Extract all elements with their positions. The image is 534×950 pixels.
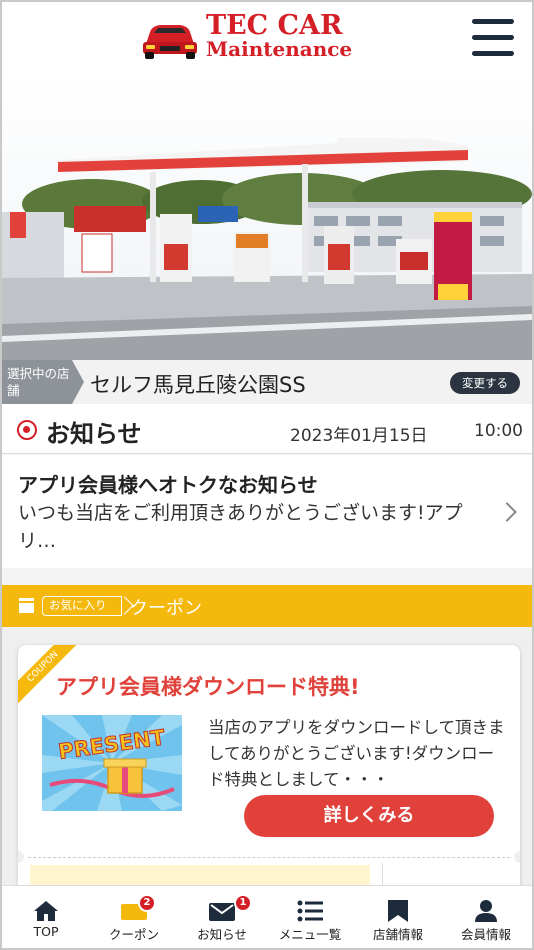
nav-item-coupon[interactable]: 2 クーポン [90,886,178,948]
coupon-description: 当店のアプリをダウンロードして頂きましてありがとうございます!ダウンロード特典と… [208,718,505,789]
nav-label-news: お知らせ [197,927,247,942]
news-list-item[interactable]: アプリ会員様へオトクなお知らせ いつも当店をご利用頂きありがとうございます!アプ… [2,455,532,568]
chevron-right-icon [497,502,517,522]
car-logo-icon [143,25,197,59]
selected-store-bar: 選択中の店舗 セルフ馬見丘陵公園SS 変更する [2,360,532,404]
nav-label-top: TOP [33,924,59,939]
nav-item-store[interactable]: 店舗情報 [354,886,442,948]
home-icon [34,901,58,921]
nav-item-member[interactable]: 会員情報 [442,886,530,948]
nav-label-store: 店舗情報 [372,927,423,942]
logo-text-main: TEC CAR [206,10,343,41]
mail-icon [209,903,235,921]
present-image: PRESENT [42,715,182,811]
hamburger-menu-icon[interactable] [472,19,514,57]
nav-label-menu: メニュ一覧 [278,927,342,942]
coupon-section-title: クーポン [130,598,202,619]
logo-text-sub: Maintenance [206,37,353,61]
nav-label-coupon: クーポン [108,927,159,942]
news-date: 2023年01月15日 [290,426,428,446]
nav-item-menu[interactable]: メニュ一覧 [266,886,354,948]
store-photo [2,74,532,360]
bullseye-icon [17,420,37,440]
favorite-tag: お気に入り [42,596,122,616]
app-header: TEC CAR Maintenance [2,2,532,74]
news-time: 10:00 [474,421,523,441]
news-section-title: お知らせ [46,420,142,448]
nav-label-member: 会員情報 [460,927,511,942]
ticket-icon [19,598,34,613]
news-section-header: お知らせ 2023年01月15日 10:00 [2,404,532,454]
person-icon [475,900,497,922]
selected-store-tag-label: 選択中の店舗 [7,366,70,398]
news-count-badge: 1 [234,894,252,912]
view-details-button[interactable]: 詳しくみる [244,795,494,837]
store-icon [388,900,408,922]
change-store-button[interactable]: 変更する [450,372,520,394]
coupon-title: アプリ会員様ダウンロード特典! [56,675,360,699]
coupon-card[interactable]: COUPON アプリ会員様ダウンロード特典! PRESENT 当店のアプリをダウ… [18,645,520,905]
coupon-section-header: お気に入り クーポン [2,585,532,627]
news-item-body: いつも当店をご利用頂きありがとうございます!アプリ… [18,502,463,552]
nav-item-top[interactable]: TOP [2,886,90,948]
coupon-notch [18,851,24,863]
app-screen: TEC CAR Maintenance 選択中の店舗 セルフ馬見丘陵公園SS 変… [0,0,534,950]
coupon-count-badge: 2 [138,894,156,912]
nav-item-news[interactable]: 1 お知らせ [178,886,266,948]
bottom-navigation: TOP 2 クーポン 1 お知らせ メニュ一覧 店舗情報 会員情報 [2,885,532,948]
brand-logo[interactable]: TEC CAR Maintenance [140,10,398,62]
tag-arrow [72,360,84,404]
coupon-divider [28,857,510,858]
coupon-notch [514,851,520,863]
list-icon [297,900,323,922]
coupon-list: COUPON アプリ会員様ダウンロード特典! PRESENT 当店のアプリをダウ… [2,627,532,905]
store-name: セルフ馬見丘陵公園SS [90,373,306,397]
selected-store-tag: 選択中の店舗 [2,360,72,404]
news-item-title: アプリ会員様へオトクなお知らせ [18,473,318,497]
